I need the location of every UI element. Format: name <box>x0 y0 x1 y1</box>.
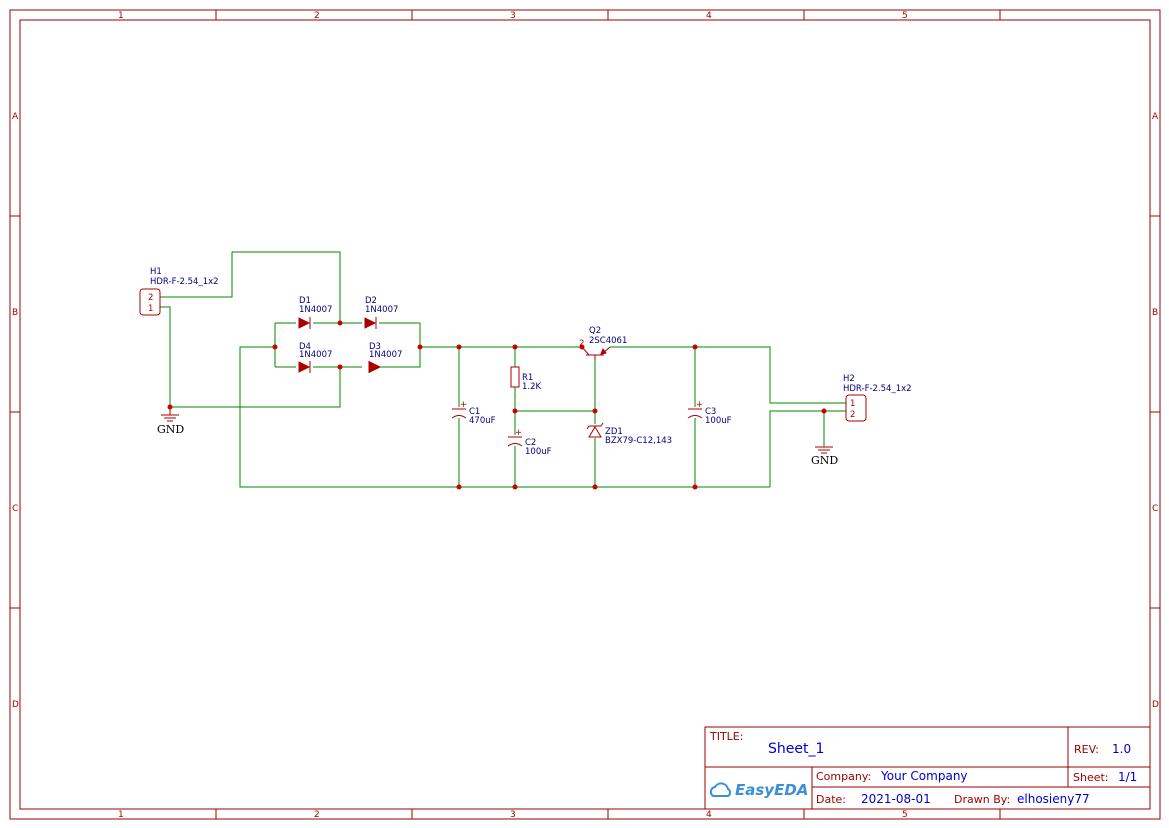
col-label-bottom-5: 5 <box>902 810 908 820</box>
row-label-right-b: B <box>1152 308 1158 318</box>
company-value: Your Company <box>880 769 968 783</box>
resistor-r1[interactable]: R1 1.2K <box>510 366 542 392</box>
sheet-frame <box>9 9 1161 820</box>
col-label-bottom-4: 4 <box>706 810 712 820</box>
junctions <box>167 320 827 490</box>
sheet-label: Sheet: <box>1073 771 1109 784</box>
schematic-canvas: 1 2 3 4 5 1 2 3 4 5 A B C D A B C D 2 1 … <box>9 9 1161 820</box>
wires[interactable] <box>160 251 846 488</box>
c1-value: 470uF <box>469 416 496 426</box>
transistor-q2[interactable]: 2 Q2 2SC4061 <box>579 326 627 360</box>
row-label-left-a: A <box>12 112 19 122</box>
col-label-bottom-3: 3 <box>510 810 516 820</box>
h2-pin1-label: 1 <box>850 399 855 409</box>
row-label-right-a: A <box>1152 112 1159 122</box>
c1-plus: + <box>460 400 467 410</box>
title-value: Sheet_1 <box>768 741 824 757</box>
diode-d4[interactable]: D4 1N4007 <box>298 342 332 373</box>
h1-ref: H1 <box>150 267 162 277</box>
q2-ref: Q2 <box>589 326 601 336</box>
d2-value: 1N4007 <box>365 305 398 315</box>
zd1-value: BZX79-C12,143 <box>605 436 672 446</box>
row-label-right-d: D <box>1152 700 1159 710</box>
h2-pin2-label: 2 <box>850 410 855 420</box>
q2-value: 2SC4061 <box>589 336 627 346</box>
gnd-symbol-right: GND <box>811 446 838 467</box>
zone-labels: 1 2 3 4 5 1 2 3 4 5 A B C D A B C D <box>12 11 1159 820</box>
row-label-left-b: B <box>12 308 18 318</box>
c3-value: 100uF <box>705 416 732 426</box>
title-label: TITLE: <box>709 730 743 743</box>
diode-d3[interactable]: D3 1N4007 <box>368 342 402 373</box>
title-block: TITLE: Sheet_1 REV: 1.0 Company: Your Co… <box>704 726 1151 810</box>
logo-text: EasyEDA <box>735 781 808 799</box>
connector-h1[interactable]: 2 1 H1 HDR-F-2.54_1x2 <box>139 267 219 316</box>
drawn-by-label: Drawn By: <box>954 793 1010 806</box>
d1-value: 1N4007 <box>299 305 332 315</box>
zener-zd1[interactable]: ZD1 BZX79-C12,143 <box>586 422 672 446</box>
c3-plus: + <box>696 400 703 410</box>
c2-plus: + <box>515 428 522 438</box>
h1-pin1-label: 1 <box>148 304 153 314</box>
h2-value: HDR-F-2.54_1x2 <box>843 384 912 394</box>
c2-value: 100uF <box>525 447 552 457</box>
col-label-bottom-2: 2 <box>314 810 320 820</box>
company-label: Company: <box>816 770 871 783</box>
connector-h2[interactable]: 1 2 H2 HDR-F-2.54_1x2 <box>843 374 912 422</box>
date-value: 2021-08-01 <box>861 792 931 806</box>
col-label-top-2: 2 <box>314 11 320 21</box>
col-label-top-5: 5 <box>902 11 908 21</box>
easyeda-logo: EasyEDA <box>709 781 808 799</box>
rev-value: 1.0 <box>1112 742 1131 756</box>
date-label: Date: <box>816 793 846 806</box>
h2-ref: H2 <box>843 374 855 384</box>
col-label-top-4: 4 <box>706 11 712 21</box>
drawn-by-value: elhosieny77 <box>1017 792 1090 806</box>
sheet-value: 1/1 <box>1118 770 1137 784</box>
diode-d2[interactable]: D2 1N4007 <box>364 296 398 329</box>
gnd-label-left: GND <box>157 423 184 436</box>
row-label-right-c: C <box>1152 504 1158 514</box>
col-label-top-1: 1 <box>118 11 124 21</box>
gnd-label-right: GND <box>811 454 838 467</box>
cloud-icon <box>709 782 732 797</box>
diode-d1[interactable]: D1 1N4007 <box>298 296 332 329</box>
row-label-left-c: C <box>12 504 18 514</box>
r1-value: 1.2K <box>522 382 542 392</box>
col-label-bottom-1: 1 <box>118 810 124 820</box>
d4-value: 1N4007 <box>299 350 332 360</box>
d3-value: 1N4007 <box>369 350 402 360</box>
gnd-symbol-left: GND <box>157 407 184 436</box>
h1-pin2-label: 2 <box>148 293 153 303</box>
col-label-top-3: 3 <box>510 11 516 21</box>
h1-value: HDR-F-2.54_1x2 <box>150 277 219 287</box>
rev-label: REV: <box>1074 743 1099 756</box>
row-label-left-d: D <box>12 700 19 710</box>
